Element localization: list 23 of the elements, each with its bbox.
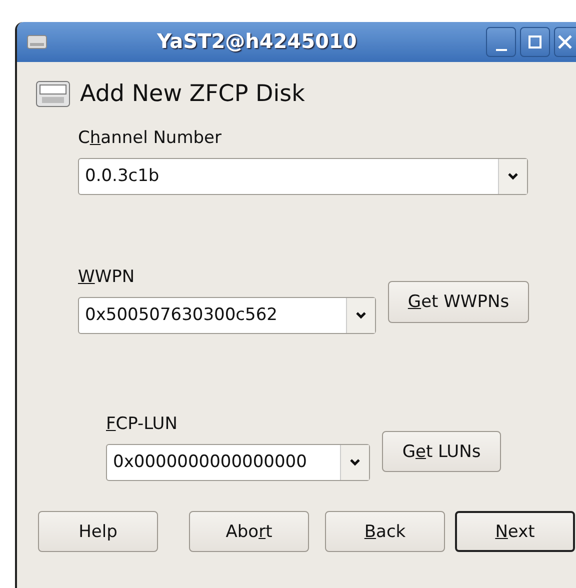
field-label: Channel Number [78,128,222,148]
caret-icon [356,312,366,319]
wwpn-dropdown[interactable]: 0x500507630300c562 [78,297,376,334]
get-wwpns-button[interactable]: Get WWPNs [388,281,529,323]
minimize-icon [496,49,506,51]
caret-icon [508,173,518,180]
channel-dropdown[interactable]: 0.0.3c1b [78,158,528,195]
dialog-button[interactable]: Help [38,511,158,552]
get-luns-button[interactable]: Get LUNs [382,431,501,472]
maximize-button[interactable] [520,27,550,57]
close-icon [558,35,572,49]
caret-icon [350,459,360,466]
dialog-button[interactable]: Abort [189,511,309,552]
dialog-heading: Add New ZFCP Disk [80,81,305,107]
window-title: YaST2@h4245010 [157,29,357,53]
dialog-button[interactable]: Back [325,511,445,552]
field-label: FCP-LUN [106,414,178,434]
field-label: WWPN [78,267,136,287]
lun-dropdown[interactable]: 0x0000000000000000 [106,444,370,481]
minimize-button[interactable] [486,27,516,57]
maximize-icon [528,35,542,49]
dialog-button[interactable]: Next [455,511,575,552]
close-button[interactable] [554,27,576,57]
